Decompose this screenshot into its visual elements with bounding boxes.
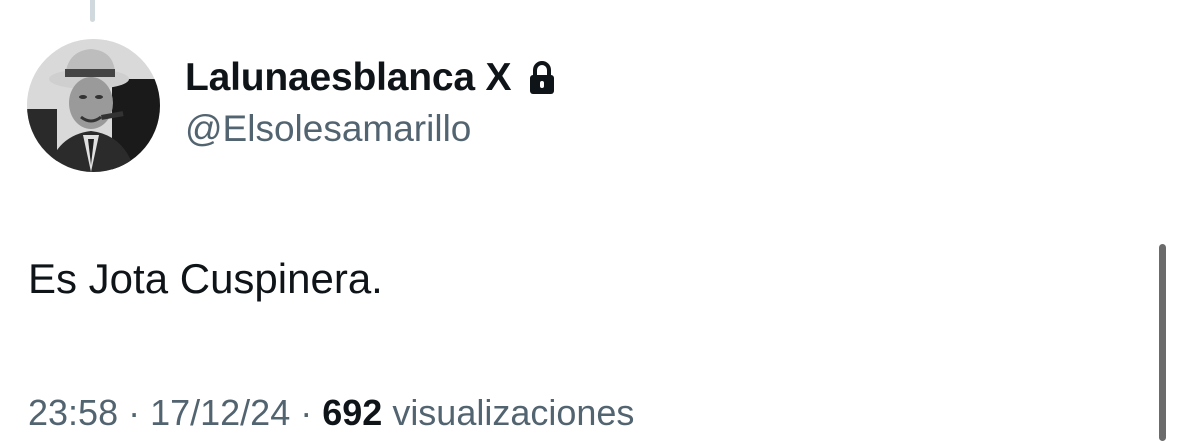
name-row: Lalunaesblanca X xyxy=(185,52,557,104)
author-handle[interactable]: @Elsolesamarillo xyxy=(185,108,557,150)
tweet-header: Lalunaesblanca X @Elsolesamarillo xyxy=(185,52,557,150)
tweet-text: Es Jota Cuspinera. xyxy=(28,255,383,302)
tweet-meta: 23:58 · 17/12/24 · 692 visualizaciones xyxy=(28,392,634,434)
tweet-time[interactable]: 23:58 xyxy=(28,392,118,434)
meta-separator: · xyxy=(300,392,313,433)
author-display-name[interactable]: Lalunaesblanca X xyxy=(185,56,511,100)
views-count[interactable]: 692 xyxy=(322,392,382,434)
avatar-portrait-image xyxy=(27,39,160,172)
meta-separator: · xyxy=(128,392,141,433)
views-label[interactable]: visualizaciones xyxy=(392,392,634,434)
tweet-date[interactable]: 17/12/24 xyxy=(150,392,290,434)
lock-icon xyxy=(527,60,557,96)
thread-connector-line xyxy=(90,0,95,22)
scrollbar[interactable] xyxy=(1159,244,1166,441)
avatar[interactable] xyxy=(27,39,160,172)
